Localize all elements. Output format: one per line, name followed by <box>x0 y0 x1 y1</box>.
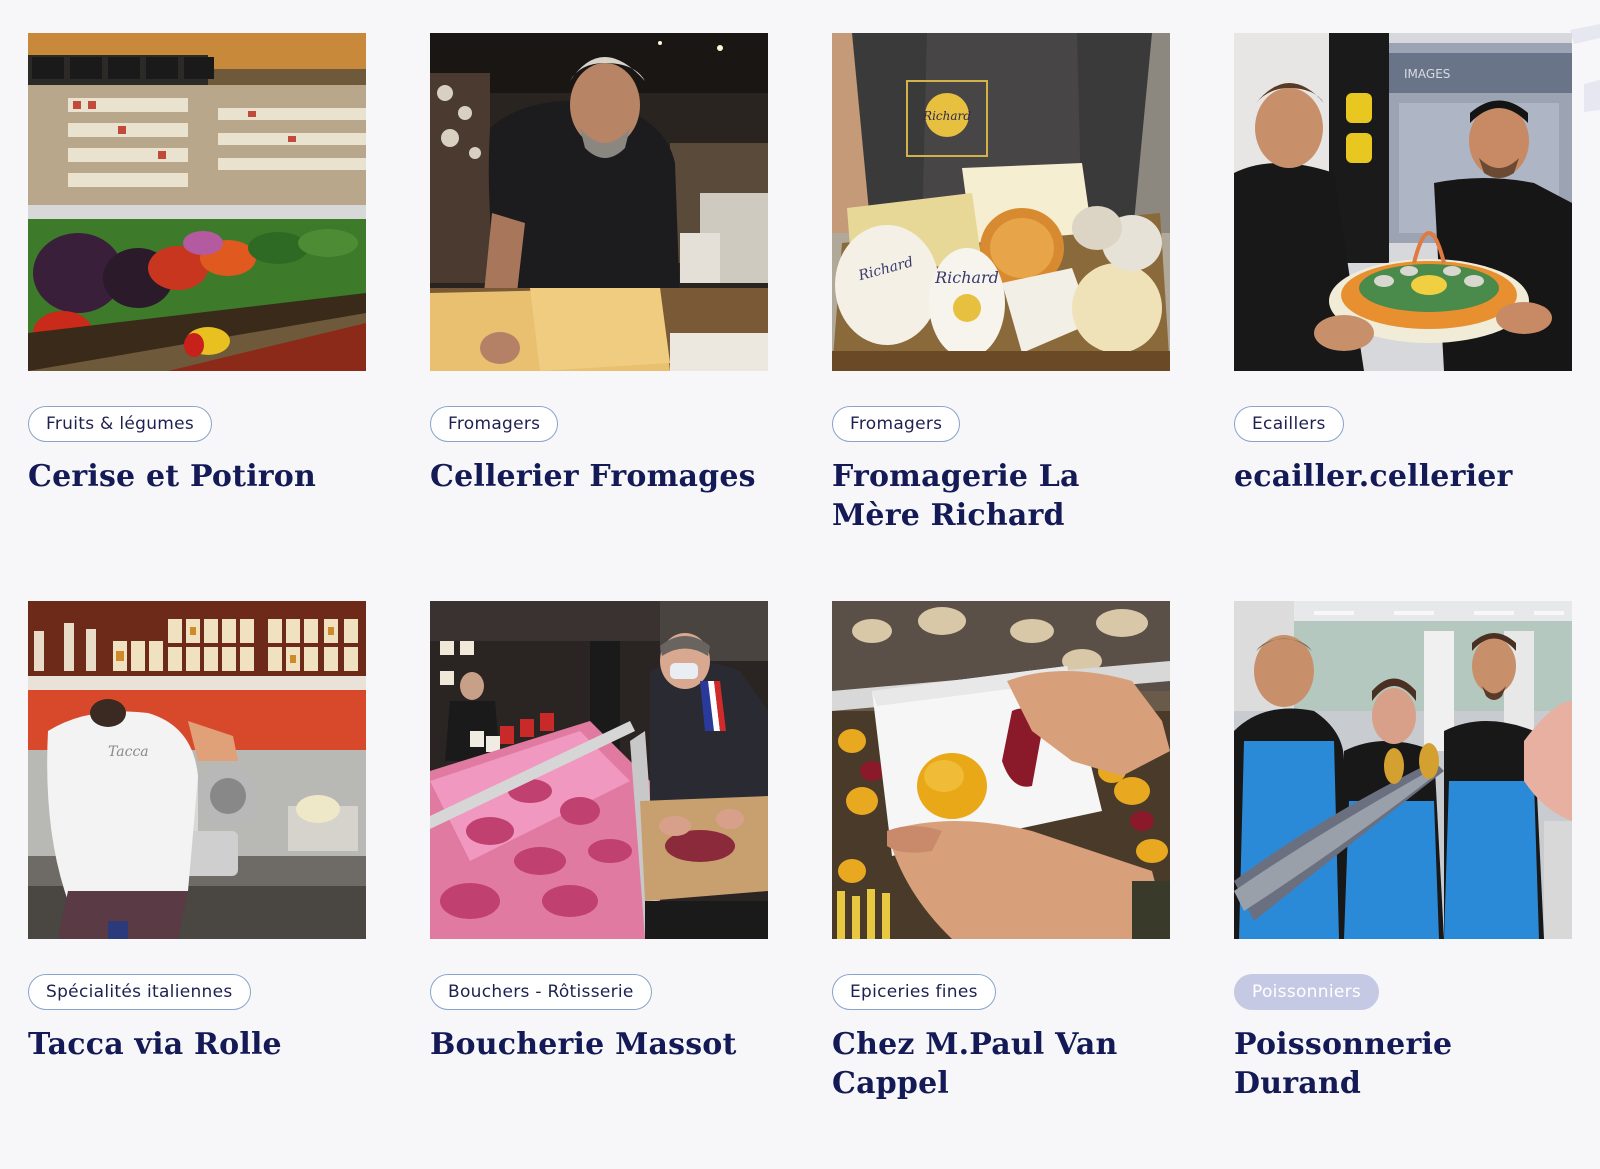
cheese-label-text: Richard <box>934 268 999 287</box>
vendor-card[interactable]: Bouchers - Rôtisserie Boucherie Massot <box>430 601 768 1169</box>
apron-logo-text: Richard <box>922 109 971 123</box>
category-tag[interactable]: Fromagers <box>832 406 961 442</box>
vendor-card[interactable]: Epiceries fines Chez M.Paul Van Cappel <box>832 601 1170 1169</box>
vendor-name[interactable]: Fromagerie La Mère Richard <box>832 457 1170 535</box>
vendor-photo-fishmongers[interactable] <box>1234 601 1572 939</box>
vendor-card[interactable]: Fromagers Cellerier Fromages <box>430 33 768 601</box>
vendor-name[interactable]: Chez M.Paul Van Cappel <box>832 1025 1170 1103</box>
vendor-photo-fine-grocery[interactable] <box>832 601 1170 939</box>
vendor-photo-cheese-basket[interactable]: Richard Richard Richard <box>832 33 1170 371</box>
category-tag[interactable]: Spécialités italiennes <box>28 974 251 1010</box>
decorative-corner-shape <box>1570 24 1600 112</box>
category-tag[interactable]: Bouchers - Rôtisserie <box>430 974 652 1010</box>
vendor-name[interactable]: Poissonnerie Durand <box>1234 1025 1572 1103</box>
category-tag[interactable]: Fruits & légumes <box>28 406 213 442</box>
vendor-photo-butcher[interactable] <box>430 601 768 939</box>
vendor-photo-fruits-vegetables[interactable] <box>28 33 366 371</box>
vendor-photo-seafood-platter[interactable]: IMAGES <box>1234 33 1572 371</box>
vendor-grid: Fruits & légumes Cerise et Potiron Froma… <box>28 33 1573 1169</box>
vendor-name[interactable]: Cerise et Potiron <box>28 457 366 496</box>
vendor-card[interactable]: IMAGES Ecaillers ecailler.cellerier <box>1234 33 1572 601</box>
category-tag[interactable]: Epiceries fines <box>832 974 996 1010</box>
vendor-name[interactable]: Tacca via Rolle <box>28 1025 366 1064</box>
category-tag[interactable]: Fromagers <box>430 406 559 442</box>
vendor-name[interactable]: ecailler.cellerier <box>1234 457 1572 496</box>
vendor-name[interactable]: Cellerier Fromages <box>430 457 768 496</box>
vendor-card[interactable]: Fruits & légumes Cerise et Potiron <box>28 33 366 601</box>
shirt-logo-text: Tacca <box>108 744 149 760</box>
vendor-card[interactable]: Richard Richard Richard Fromagers Fromag… <box>832 33 1170 601</box>
shop-sign-text: IMAGES <box>1404 67 1450 81</box>
category-tag[interactable]: Ecaillers <box>1234 406 1344 442</box>
vendor-photo-italian-deli[interactable]: Tacca <box>28 601 366 939</box>
vendor-name[interactable]: Boucherie Massot <box>430 1025 768 1064</box>
vendor-card[interactable]: Poissonniers Poissonnerie Durand <box>1234 601 1572 1169</box>
vendor-photo-cheese-cutter[interactable] <box>430 33 768 371</box>
vendor-card[interactable]: Tacca Spécialités italiennes Tacca via R… <box>28 601 366 1169</box>
category-tag-active[interactable]: Poissonniers <box>1234 974 1380 1010</box>
